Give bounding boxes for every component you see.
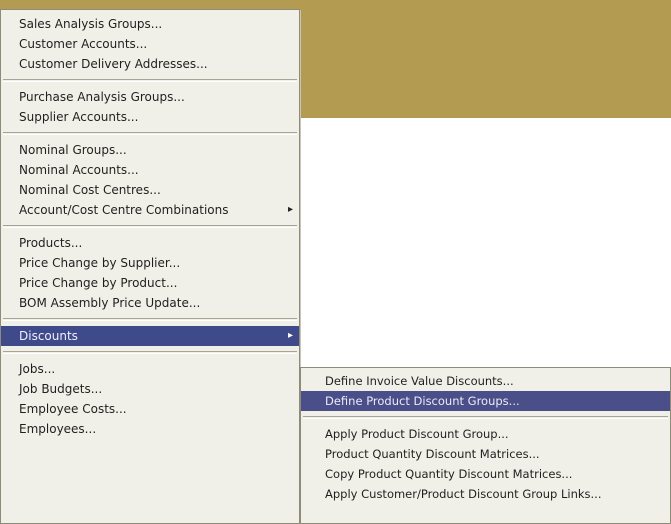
menu-separator <box>3 132 297 135</box>
menu-item-job-budgets[interactable]: Job Budgets... <box>1 379 299 399</box>
submenu-item-copy-product-quantity-discount-matrices[interactable]: Copy Product Quantity Discount Matrices.… <box>301 464 670 484</box>
submenu-item-apply-product-discount-group[interactable]: Apply Product Discount Group... <box>301 424 670 444</box>
menu-separator <box>303 416 668 419</box>
menu-item-employees[interactable]: Employees... <box>1 419 299 439</box>
menu-item-label: Discounts <box>19 329 78 343</box>
menu-item-jobs[interactable]: Jobs... <box>1 359 299 379</box>
screenshot-stage: Sales Analysis Groups... Customer Accoun… <box>0 0 671 524</box>
menu-item-products[interactable]: Products... <box>1 233 299 253</box>
menu-item-supplier-accounts[interactable]: Supplier Accounts... <box>1 107 299 127</box>
discounts-submenu: Define Invoice Value Discounts... Define… <box>300 367 671 524</box>
submenu-item-apply-customer-product-discount-group-links[interactable]: Apply Customer/Product Discount Group Li… <box>301 484 670 504</box>
menu-separator <box>3 351 297 354</box>
menu-item-employee-costs[interactable]: Employee Costs... <box>1 399 299 419</box>
menu-separator <box>3 318 297 321</box>
submenu-item-product-quantity-discount-matrices[interactable]: Product Quantity Discount Matrices... <box>301 444 670 464</box>
menu-separator <box>3 79 297 82</box>
submenu-item-define-product-discount-groups[interactable]: Define Product Discount Groups... <box>301 391 670 411</box>
menu-item-account-cost-centre-combinations[interactable]: Account/Cost Centre Combinations ▸ <box>1 200 299 220</box>
submenu-item-define-invoice-value-discounts[interactable]: Define Invoice Value Discounts... <box>301 371 670 391</box>
submenu-arrow-icon: ▸ <box>287 330 293 341</box>
menu-item-bom-assembly-price-update[interactable]: BOM Assembly Price Update... <box>1 293 299 313</box>
main-context-menu: Sales Analysis Groups... Customer Accoun… <box>0 9 300 524</box>
submenu-arrow-icon: ▸ <box>287 204 293 215</box>
menu-item-purchase-analysis-groups[interactable]: Purchase Analysis Groups... <box>1 87 299 107</box>
menu-item-customer-accounts[interactable]: Customer Accounts... <box>1 34 299 54</box>
menu-item-price-change-by-supplier[interactable]: Price Change by Supplier... <box>1 253 299 273</box>
menu-separator <box>3 225 297 228</box>
menu-item-sales-analysis-groups[interactable]: Sales Analysis Groups... <box>1 14 299 34</box>
menu-item-discounts[interactable]: Discounts ▸ <box>1 326 299 346</box>
menu-item-nominal-cost-centres[interactable]: Nominal Cost Centres... <box>1 180 299 200</box>
menu-item-nominal-accounts[interactable]: Nominal Accounts... <box>1 160 299 180</box>
menu-item-label: Account/Cost Centre Combinations <box>19 203 229 217</box>
menu-item-nominal-groups[interactable]: Nominal Groups... <box>1 140 299 160</box>
menu-item-customer-delivery-addresses[interactable]: Customer Delivery Addresses... <box>1 54 299 74</box>
menu-item-price-change-by-product[interactable]: Price Change by Product... <box>1 273 299 293</box>
